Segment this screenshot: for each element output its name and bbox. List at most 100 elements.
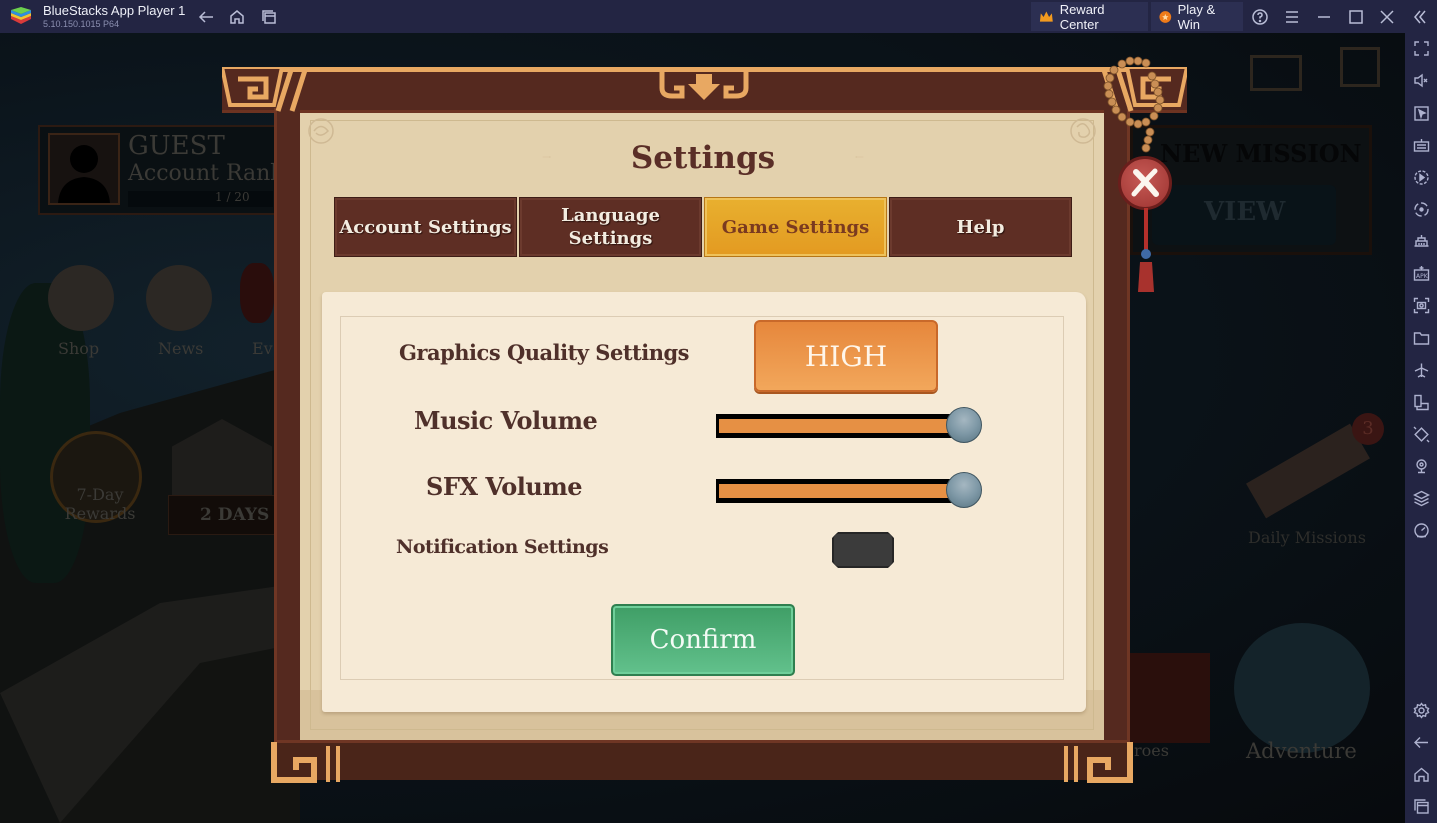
daily-missions-badge: 3 xyxy=(1352,413,1384,445)
bluestacks-sidebar: APK xyxy=(1405,33,1437,823)
news-button[interactable] xyxy=(146,265,212,331)
settings-title: Settings xyxy=(630,140,776,176)
account-rank-label: Account Rank: xyxy=(128,161,292,186)
daily-missions-label: Daily Missions xyxy=(1248,528,1366,547)
play-win-coin-icon xyxy=(1159,10,1172,23)
graphics-quality-label: Graphics Quality Settings xyxy=(399,340,689,365)
player-avatar[interactable] xyxy=(48,133,120,205)
pointer-lock-icon[interactable] xyxy=(1411,103,1431,123)
svg-text:APK: APK xyxy=(1416,273,1429,280)
title-divider-right-icon xyxy=(855,156,864,158)
play-win-label: Play & Win xyxy=(1177,1,1216,32)
shop-label: Shop xyxy=(58,339,100,358)
seven-day-rewards-label: 7-Day Rewards xyxy=(64,485,136,523)
new-mission-label: NEW MISSION xyxy=(1160,139,1362,168)
home-icon[interactable] xyxy=(226,6,248,28)
music-volume-label: Music Volume xyxy=(414,406,598,435)
frame-corner-ornament-top-left-icon xyxy=(222,67,309,112)
music-volume-slider[interactable] xyxy=(716,407,982,443)
tassel-icon xyxy=(1138,208,1154,292)
close-window-icon[interactable] xyxy=(1376,6,1398,28)
tab-account-settings[interactable]: Account Settings xyxy=(334,197,517,257)
keyboard-icon[interactable] xyxy=(1411,135,1431,155)
tab-help[interactable]: Help xyxy=(889,197,1072,257)
frame-corner-ornament-bottom-right-icon xyxy=(1064,742,1133,783)
screenshot-icon[interactable] xyxy=(1411,295,1431,315)
modal-frame-bottom xyxy=(274,740,1130,780)
slider-knob[interactable] xyxy=(946,407,982,443)
bead-necklace-icon xyxy=(1103,56,1165,153)
slider-knob[interactable] xyxy=(946,472,982,508)
tab-label: Game Settings xyxy=(721,216,870,238)
tab-game-settings[interactable]: Game Settings xyxy=(704,197,887,257)
notification-settings-label: Notification Settings xyxy=(396,536,609,558)
modal-frame-left xyxy=(274,108,300,768)
air-emblem-icon xyxy=(1070,118,1096,144)
app-title: BlueStacks App Player 1 xyxy=(43,3,186,18)
reward-center-label: Reward Center xyxy=(1059,1,1105,32)
location-icon[interactable] xyxy=(1411,456,1431,476)
modal-frame-right xyxy=(1104,108,1130,768)
menu-icon[interactable] xyxy=(1281,6,1303,28)
graphics-quality-value: HIGH xyxy=(804,339,888,373)
install-apk-icon[interactable]: APK xyxy=(1411,263,1431,283)
eco-mode-icon[interactable] xyxy=(1411,424,1431,444)
confirm-button[interactable]: Confirm xyxy=(611,604,795,676)
performance-icon[interactable] xyxy=(1411,231,1431,251)
grid-menu-icon[interactable] xyxy=(1340,47,1380,87)
confirm-label: Confirm xyxy=(649,625,757,655)
back-icon[interactable] xyxy=(195,6,217,28)
days-label: 2 DAYS xyxy=(200,505,270,525)
adventure-button[interactable] xyxy=(1234,623,1370,753)
maximize-icon[interactable] xyxy=(1345,6,1367,28)
tab-label: Account Settings xyxy=(339,216,512,238)
android-home-icon[interactable] xyxy=(1411,764,1431,784)
settings-gear-icon[interactable] xyxy=(1411,700,1431,720)
rotate-icon[interactable] xyxy=(1411,199,1431,219)
slider-fill xyxy=(719,419,963,433)
heroes-button[interactable] xyxy=(1130,653,1210,743)
slider-fill xyxy=(719,484,963,498)
events-lantern[interactable] xyxy=(240,263,274,323)
crown-icon xyxy=(1039,10,1053,22)
help-icon[interactable] xyxy=(1249,6,1271,28)
frame-corner-ornament-bottom-left-icon xyxy=(271,742,340,783)
minimize-icon[interactable] xyxy=(1313,6,1335,28)
rank-progress-text: 1 / 20 xyxy=(215,190,250,204)
layers-icon[interactable] xyxy=(1411,488,1431,508)
recent-apps-icon[interactable] xyxy=(1411,796,1431,816)
folder-icon[interactable] xyxy=(1411,328,1431,348)
fullscreen-icon[interactable] xyxy=(1411,38,1431,58)
volume-mute-icon[interactable] xyxy=(1411,70,1431,90)
airplane-mode-icon[interactable] xyxy=(1411,360,1431,380)
notification-toggle[interactable] xyxy=(832,532,894,568)
tab-label: Language Settings xyxy=(561,205,660,249)
title-divider-left-icon xyxy=(542,156,551,158)
tab-label: Help xyxy=(956,216,1005,238)
events-label: Ev xyxy=(252,339,273,358)
multi-display-icon[interactable] xyxy=(1411,392,1431,412)
macro-play-icon[interactable] xyxy=(1411,167,1431,187)
app-version: 5.10.150.1015 P64 xyxy=(43,19,120,29)
reward-center-button[interactable]: Reward Center xyxy=(1031,1,1148,32)
graphics-quality-button[interactable]: HIGH xyxy=(754,320,938,392)
speedometer-icon[interactable] xyxy=(1411,520,1431,540)
play-win-button[interactable]: Play & Win xyxy=(1151,1,1243,32)
adventure-label: Adventure xyxy=(1246,739,1357,763)
close-settings-button[interactable] xyxy=(1118,156,1172,210)
sfx-volume-label: SFX Volume xyxy=(426,472,583,501)
daily-missions-scroll[interactable] xyxy=(1246,423,1370,519)
collapse-sidebar-icon[interactable] xyxy=(1409,6,1431,28)
frame-center-ornament-icon xyxy=(659,72,749,100)
avatar-silhouette-icon xyxy=(58,145,110,203)
mail-icon[interactable] xyxy=(1250,55,1302,91)
multi-instance-icon[interactable] xyxy=(258,6,280,28)
air-emblem-icon xyxy=(308,118,334,144)
sfx-volume-slider[interactable] xyxy=(716,472,982,508)
tab-language-settings[interactable]: Language Settings xyxy=(519,197,702,257)
android-back-icon[interactable] xyxy=(1411,732,1431,752)
news-label: News xyxy=(158,339,204,358)
bluestacks-titlebar: BlueStacks App Player 1 5.10.150.1015 P6… xyxy=(0,0,1437,33)
shop-button[interactable] xyxy=(48,265,114,331)
rank-progress-bar xyxy=(128,191,273,207)
